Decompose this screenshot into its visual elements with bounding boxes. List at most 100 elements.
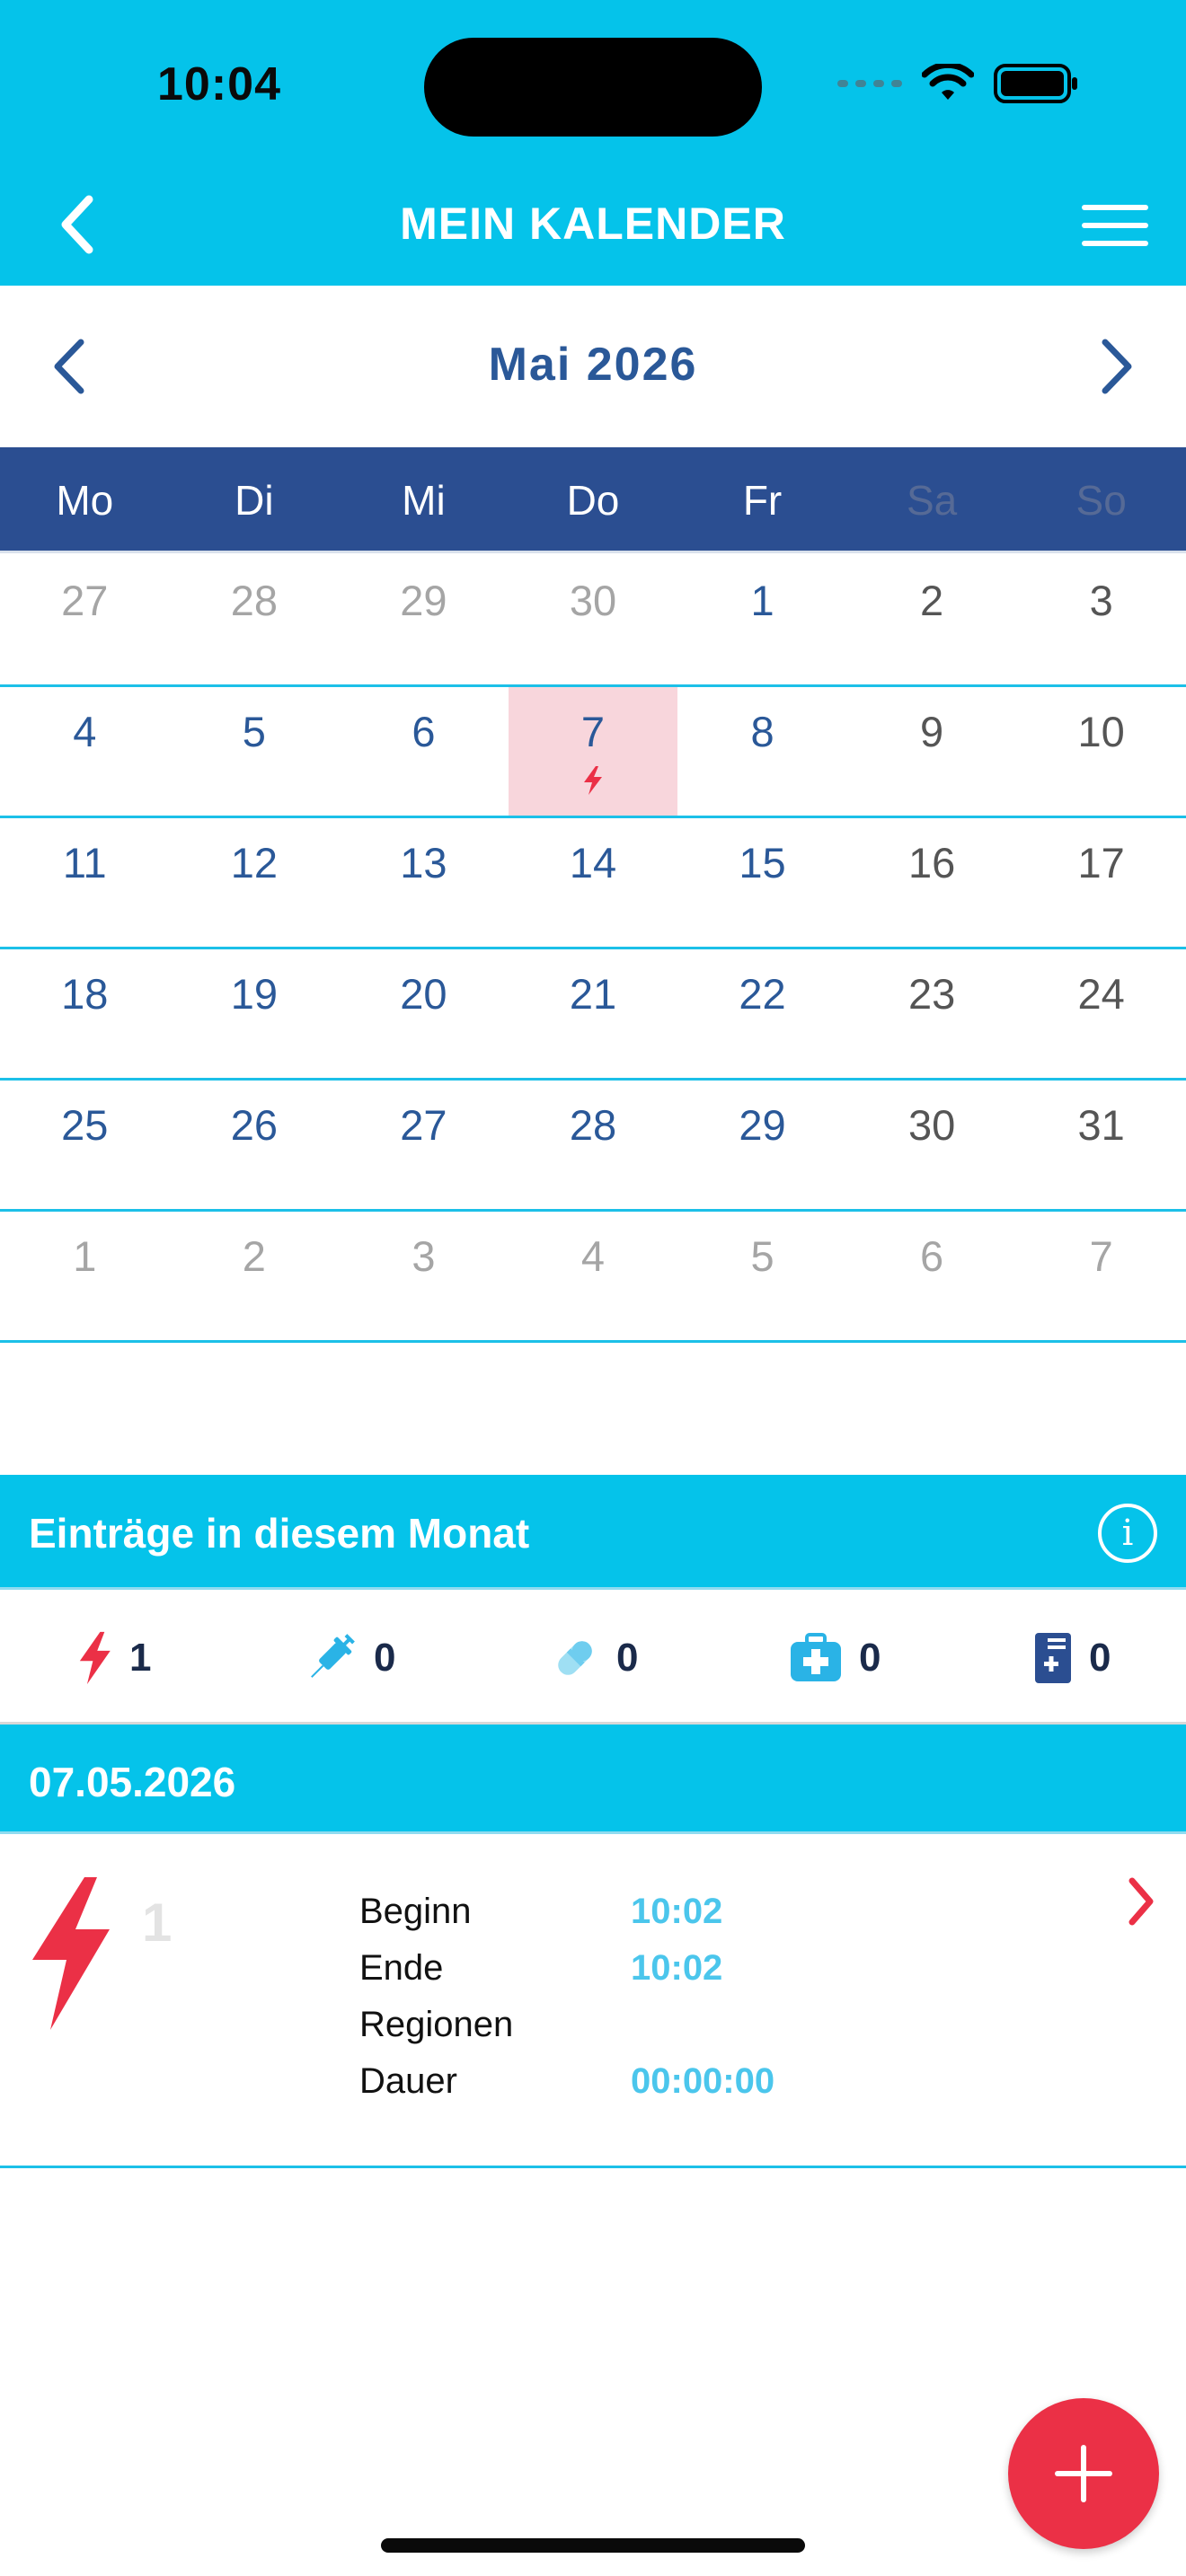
calendar-day[interactable]: 5: [677, 1212, 847, 1340]
calendar-day[interactable]: 30: [847, 1081, 1017, 1209]
weekday-label: Sa: [906, 477, 958, 524]
counter-seizures[interactable]: 1: [75, 1629, 151, 1687]
calendar-grid: 27 28 29 30 1 2 3 4 5 6 7 8 9 10 11 12 1…: [0, 556, 1186, 1343]
calendar-day[interactable]: 4: [509, 1212, 678, 1340]
hamburger-menu-icon[interactable]: [1080, 199, 1152, 253]
entry-index: 1: [142, 1892, 173, 1953]
home-indicator: [381, 2538, 805, 2553]
weekday-label: Fr: [742, 477, 783, 524]
status-icons: [837, 63, 1080, 104]
entry-date-header: 07.05.2026: [0, 1725, 1186, 1834]
entries-title: Einträge in diesem Monat: [29, 1510, 530, 1557]
status-time: 10:04: [157, 58, 281, 110]
syringe-icon: [311, 1634, 355, 1678]
cellular-signal-icon: [837, 80, 902, 87]
chevron-right-icon[interactable]: [1123, 1870, 1159, 1933]
weekday-label: Mo: [56, 477, 114, 524]
next-month-icon[interactable]: [1087, 335, 1141, 398]
calendar-week: 1 2 3 4 5 6 7: [0, 1212, 1186, 1343]
calendar-day[interactable]: 27: [0, 556, 170, 684]
medical-kit-icon: [791, 1633, 841, 1681]
entry-value-duration: 00:00:00: [631, 2061, 775, 2101]
battery-icon: [994, 64, 1077, 103]
counter-value: 0: [374, 1636, 396, 1680]
medical-document-icon: [1035, 1633, 1071, 1683]
calendar-day[interactable]: 23: [847, 949, 1017, 1078]
counter-value: 0: [859, 1636, 881, 1680]
entry-label-regions: Regionen: [359, 2005, 514, 2044]
calendar-day[interactable]: 6: [339, 687, 509, 816]
calendar-day[interactable]: 18: [0, 949, 170, 1078]
calendar-day[interactable]: 2: [170, 1212, 340, 1340]
calendar-day[interactable]: 21: [509, 949, 678, 1078]
calendar-week: 27 28 29 30 1 2 3: [0, 556, 1186, 687]
seizure-entry-row[interactable]: 1 Beginn 10:02 Ende 10:02 Regionen Dauer…: [0, 1834, 1186, 2168]
calendar-day[interactable]: 27: [339, 1081, 509, 1209]
counter-medication[interactable]: 0: [550, 1629, 638, 1687]
calendar-day[interactable]: 4: [0, 687, 170, 816]
calendar-day[interactable]: 30: [509, 556, 678, 684]
counter-documents[interactable]: 0: [1033, 1629, 1111, 1687]
wifi-icon: [922, 64, 974, 100]
seizure-lightning-icon: [32, 1877, 110, 2030]
calendar-day[interactable]: 1: [0, 1212, 170, 1340]
entry-value-end: 10:02: [631, 1948, 723, 1988]
calendar-day[interactable]: 16: [847, 818, 1017, 947]
calendar-day[interactable]: 28: [509, 1081, 678, 1209]
counter-injections[interactable]: 0: [304, 1629, 395, 1687]
calendar-day[interactable]: 7: [1016, 1212, 1186, 1340]
calendar-day[interactable]: 3: [1016, 556, 1186, 684]
page-title: MEIN KALENDER: [400, 198, 786, 249]
calendar-week: 25 26 27 28 29 30 31: [0, 1081, 1186, 1212]
calendar-day[interactable]: 13: [339, 818, 509, 947]
entry-date: 07.05.2026: [29, 1759, 236, 1805]
calendar-day[interactable]: 15: [677, 818, 847, 947]
entry-label-start: Beginn: [359, 1892, 472, 1931]
top-header: 10:04 MEIN KALENDER: [0, 0, 1186, 286]
weekday-label: Di: [235, 477, 274, 524]
calendar-day[interactable]: 12: [170, 818, 340, 947]
seizure-lightning-icon: [583, 766, 602, 795]
counter-value: 1: [129, 1636, 152, 1680]
calendar-week: 18 19 20 21 22 23 24: [0, 949, 1186, 1081]
calendar-day[interactable]: 28: [170, 556, 340, 684]
calendar-day[interactable]: 31: [1016, 1081, 1186, 1209]
info-icon[interactable]: i: [1098, 1504, 1157, 1563]
weekday-label: Do: [566, 477, 620, 524]
calendar-day[interactable]: 29: [339, 556, 509, 684]
calendar-day[interactable]: 2: [847, 556, 1017, 684]
calendar-day[interactable]: 19: [170, 949, 340, 1078]
calendar-day[interactable]: 25: [0, 1081, 170, 1209]
calendar-week: 11 12 13 14 15 16 17: [0, 818, 1186, 949]
counter-first-aid[interactable]: 0: [789, 1629, 881, 1687]
calendar-day[interactable]: 14: [509, 818, 678, 947]
calendar-day[interactable]: 11: [0, 818, 170, 947]
calendar-week: 4 5 6 7 8 9 10: [0, 687, 1186, 818]
entry-label-duration: Dauer: [359, 2061, 457, 2101]
calendar-day[interactable]: 1: [677, 556, 847, 684]
calendar-day[interactable]: 26: [170, 1081, 340, 1209]
calendar-day[interactable]: 8: [677, 687, 847, 816]
calendar-day[interactable]: 3: [339, 1212, 509, 1340]
entry-counters: 1 0 0 0 0: [0, 1590, 1186, 1725]
calendar-day[interactable]: 22: [677, 949, 847, 1078]
entry-value-start: 10:02: [631, 1892, 723, 1931]
calendar-day[interactable]: 29: [677, 1081, 847, 1209]
calendar-day-selected[interactable]: 7: [508, 687, 678, 816]
counter-value: 0: [616, 1636, 639, 1680]
weekday-header: Mo Di Mi Do Fr Sa So: [0, 447, 1186, 553]
calendar-day[interactable]: 10: [1016, 687, 1186, 816]
calendar-day[interactable]: 6: [847, 1212, 1017, 1340]
calendar-day[interactable]: 5: [170, 687, 340, 816]
counter-value: 0: [1089, 1636, 1111, 1680]
calendar-day[interactable]: 9: [847, 687, 1017, 816]
month-header: Mai 2026: [0, 286, 1186, 447]
seizure-lightning-icon: [79, 1631, 111, 1685]
calendar-day[interactable]: 24: [1016, 949, 1186, 1078]
weekday-label: So: [1075, 477, 1127, 524]
add-entry-button[interactable]: [1008, 2398, 1159, 2549]
weekday-label: Mi: [402, 477, 446, 524]
calendar-day-number: 7: [580, 708, 606, 755]
calendar-day[interactable]: 17: [1016, 818, 1186, 947]
calendar-day[interactable]: 20: [339, 949, 509, 1078]
